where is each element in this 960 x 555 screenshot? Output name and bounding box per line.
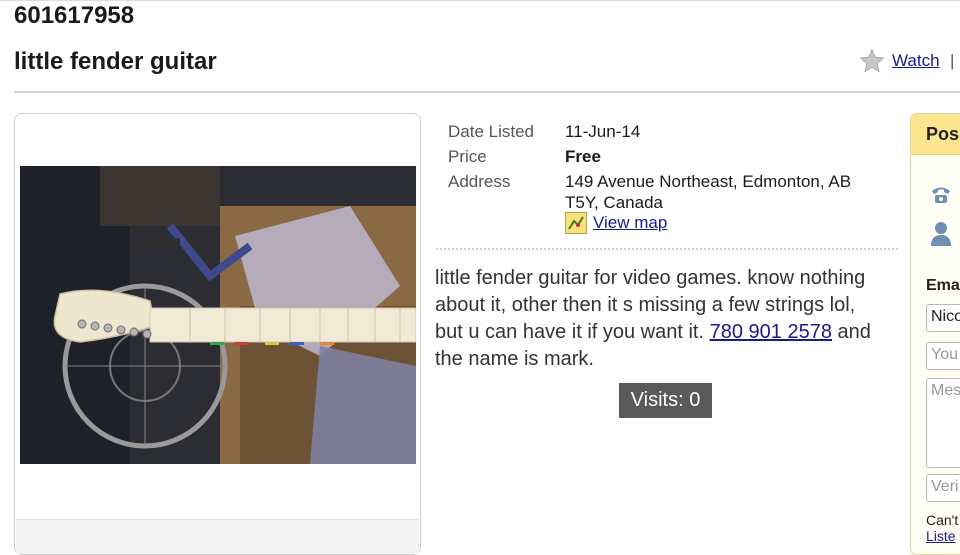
listing-description: little fender guitar for video games. kn… bbox=[435, 265, 887, 373]
section-divider bbox=[436, 248, 898, 250]
contact-panel-header: Pos bbox=[911, 114, 960, 155]
listing-photo[interactable] bbox=[20, 166, 416, 464]
address-line2: T5Y, Canada bbox=[565, 193, 663, 212]
header-divider bbox=[14, 91, 960, 93]
phone-icon bbox=[932, 187, 950, 203]
verification-field[interactable]: Veri bbox=[926, 474, 960, 502]
cant-read-note: Can't bbox=[926, 512, 959, 528]
contact-panel-title: Pos bbox=[926, 124, 960, 144]
watch-button[interactable]: Watch bbox=[858, 48, 940, 74]
top-divider bbox=[0, 0, 960, 1]
price-value: Free bbox=[565, 147, 601, 166]
visits-counter: Visits: 0 bbox=[619, 383, 712, 418]
date-listed-label: Date Listed bbox=[448, 122, 534, 141]
ad-id: 601617958 bbox=[14, 2, 135, 29]
header-separator: | bbox=[950, 51, 955, 70]
view-map-label[interactable]: View map bbox=[593, 213, 667, 233]
email-label: Ema bbox=[926, 277, 960, 294]
date-listed-value: 11-Jun-14 bbox=[565, 122, 641, 141]
view-map-link[interactable]: View map bbox=[565, 212, 667, 234]
ad-title: little fender guitar bbox=[14, 48, 217, 75]
email-field[interactable]: You bbox=[926, 342, 960, 370]
listen-link[interactable]: Liste bbox=[926, 528, 956, 544]
message-field[interactable]: Mes bbox=[926, 378, 960, 468]
address-line1: 149 Avenue Northeast, Edmonton, AB bbox=[565, 172, 852, 191]
map-icon bbox=[565, 212, 587, 234]
star-icon bbox=[859, 48, 885, 73]
person-icon bbox=[931, 222, 951, 246]
price-label: Price bbox=[448, 147, 487, 166]
watch-link[interactable]: Watch bbox=[892, 51, 940, 71]
thumbnail-strip bbox=[16, 519, 419, 554]
contact-poster-panel: Pos Ema Nico You Mes Veri Can't Liste bbox=[910, 113, 960, 555]
phone-link[interactable]: 780 901 2578 bbox=[710, 321, 832, 343]
name-field[interactable]: Nico bbox=[926, 304, 960, 332]
address-label: Address bbox=[448, 172, 511, 191]
